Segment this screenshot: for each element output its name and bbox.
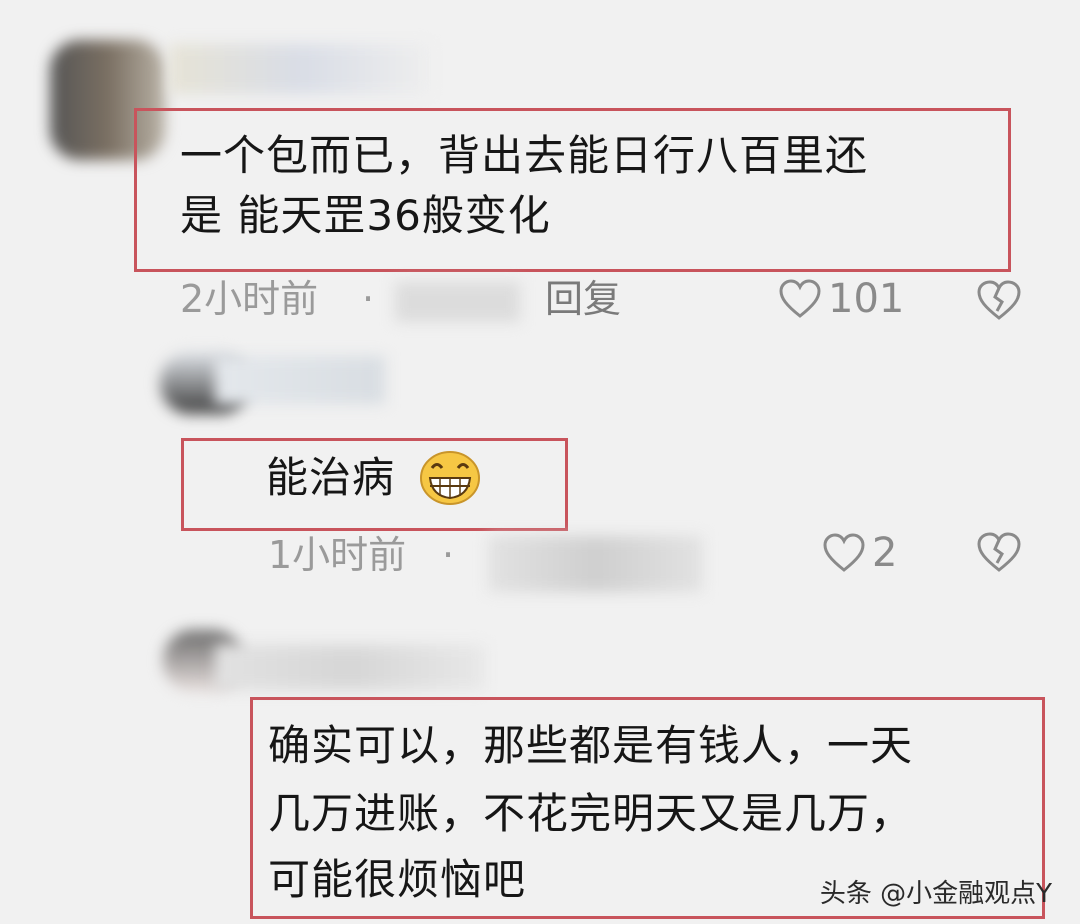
comment-2-like-button[interactable]: 2 [822, 530, 897, 576]
username-blurred [170, 44, 430, 94]
location-reply-blurred [488, 536, 703, 592]
broken-heart-icon[interactable] [976, 279, 1022, 321]
comment-2-timestamp: 1小时前 [268, 533, 407, 577]
watermark: 头条 @小金融观点Y [819, 879, 1052, 909]
comment-3-line-3: 可能很烦恼吧 [268, 855, 527, 904]
username-blurred [215, 645, 485, 690]
comment-1-line-2: 是 能天罡36般变化 [180, 191, 551, 240]
broken-heart-icon[interactable] [976, 531, 1022, 573]
heart-outline-icon [779, 279, 821, 318]
comment-1-timestamp: 2小时前 [180, 277, 319, 321]
comment-1-like-button[interactable]: 101 [778, 276, 904, 322]
comment-3-line-2: 几万进账，不花完明天又是几万， [268, 789, 914, 838]
heart-outline-icon [823, 533, 865, 572]
comment-2-like-count: 2 [872, 530, 898, 576]
username-blurred [215, 356, 385, 404]
comment-2-separator: · [442, 533, 455, 577]
comment-1-reply-button[interactable]: 回复 [545, 276, 621, 322]
comment-2-text: 能治病 [266, 453, 396, 502]
grinning-face-emoji [420, 451, 480, 505]
comment-1-line-1: 一个包而已，背出去能日行八百里还 [180, 131, 869, 180]
comment-1-separator: · [362, 277, 375, 321]
location-blurred [395, 282, 520, 322]
comment-3-line-1: 确实可以，那些都是有钱人，一天 [268, 721, 914, 770]
comment-1-like-count: 101 [828, 276, 905, 322]
